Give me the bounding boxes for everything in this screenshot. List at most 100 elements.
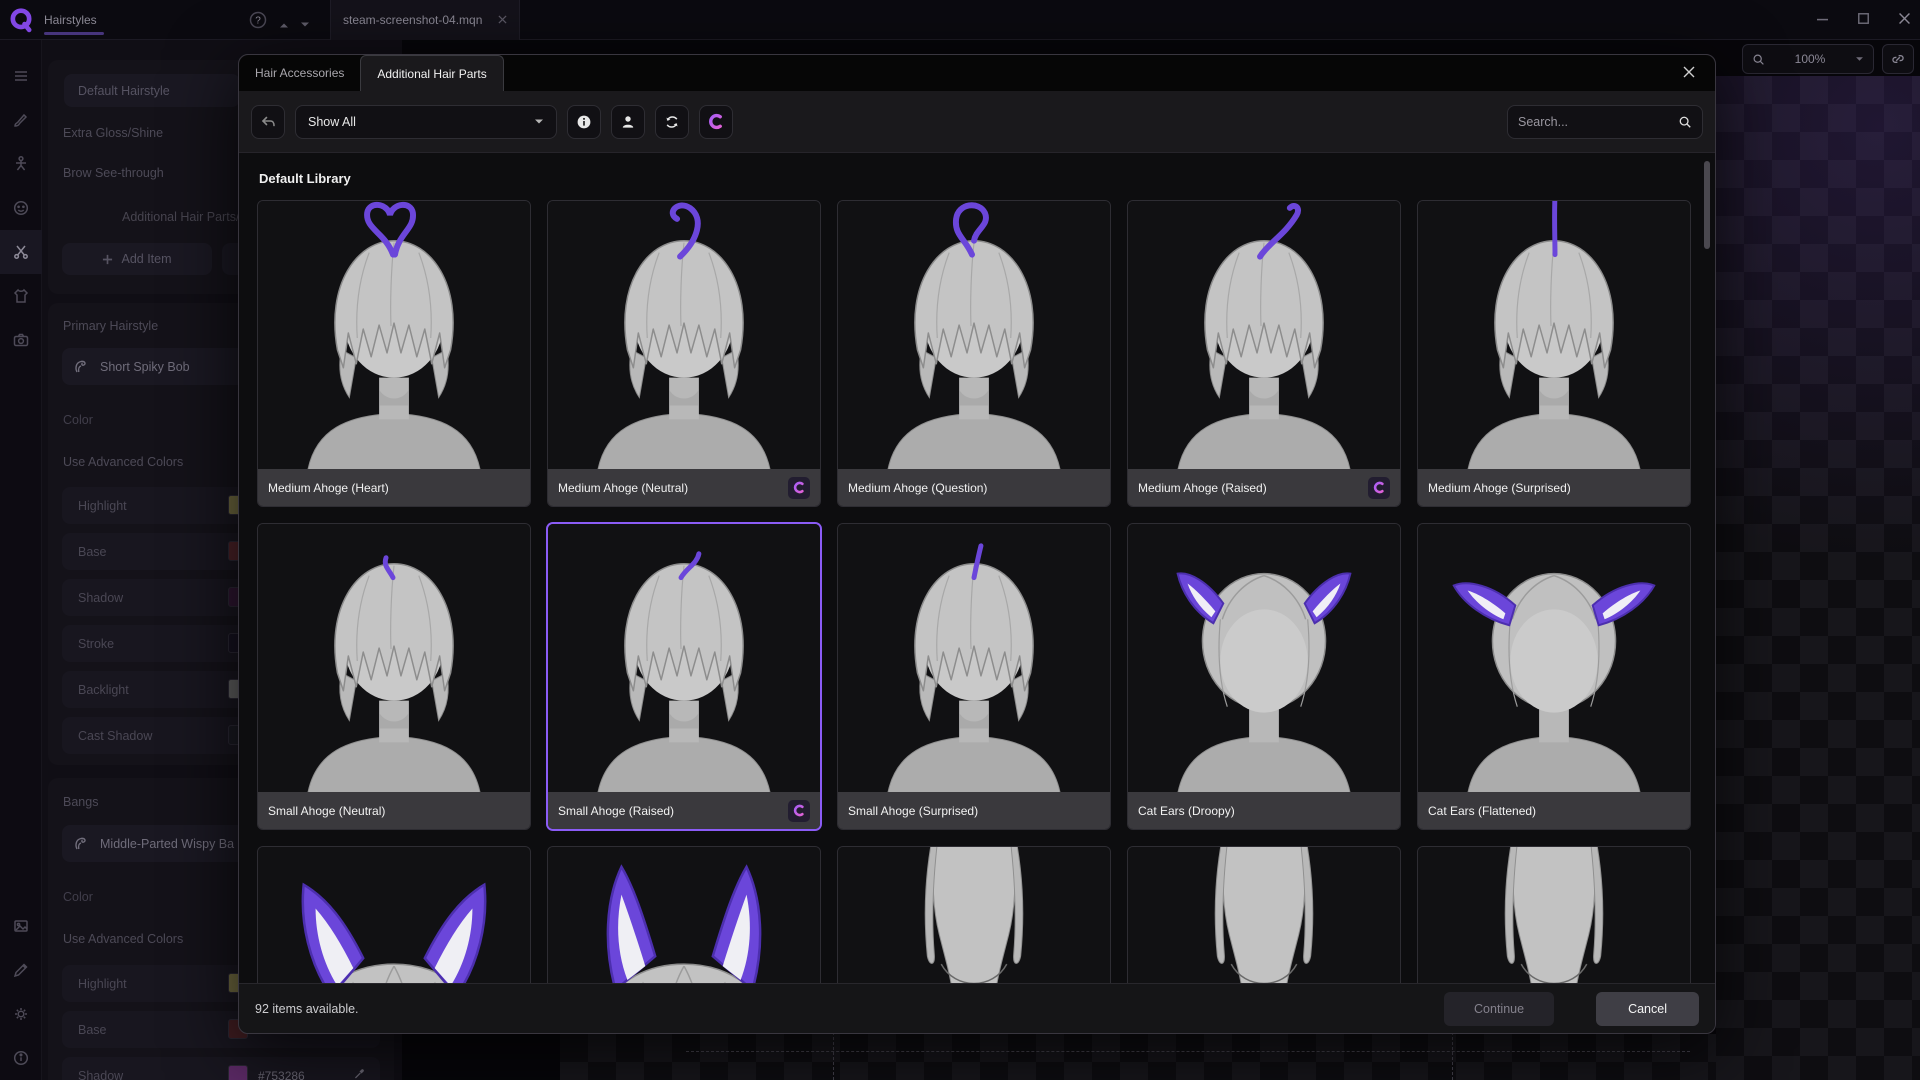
- item-thumbnail: [1128, 201, 1400, 469]
- item-label-bar: Medium Ahoge (Neutral): [548, 469, 820, 506]
- zoom-control[interactable]: 100%: [1742, 44, 1874, 74]
- item-label: Medium Ahoge (Heart): [268, 480, 389, 495]
- color-swatch[interactable]: [228, 1065, 248, 1080]
- plus-icon: [103, 254, 113, 264]
- tab-additional-hair-parts[interactable]: Additional Hair Parts: [360, 55, 504, 91]
- library-item-card[interactable]: [257, 846, 531, 985]
- color-label: Color: [63, 890, 93, 904]
- advanced-colors-label: Use Advanced Colors: [63, 455, 184, 469]
- library-item-card[interactable]: [1127, 846, 1401, 985]
- bangs-item-name: Middle-Parted Wispy Ba: [100, 836, 235, 851]
- library-item-card[interactable]: Medium Ahoge (Raised): [1127, 200, 1401, 507]
- color-row-label: Cast Shadow: [78, 728, 153, 743]
- outfit-icon[interactable]: [0, 274, 42, 318]
- cancel-button[interactable]: Cancel: [1596, 991, 1699, 1026]
- library-item-card[interactable]: Small Ahoge (Surprised): [837, 523, 1111, 830]
- info-button[interactable]: [567, 104, 601, 139]
- undo-button[interactable]: [251, 104, 285, 139]
- item-label-bar: Cat Ears (Droopy): [1128, 792, 1400, 829]
- link-zoom-button[interactable]: [1882, 44, 1914, 74]
- add-item-button[interactable]: Add Item: [62, 243, 212, 275]
- color-row[interactable]: Shadow #753286: [62, 1057, 380, 1080]
- library-item-card[interactable]: Medium Ahoge (Surprised): [1417, 200, 1691, 507]
- item-thumbnail: [838, 524, 1110, 792]
- eyedropper-icon[interactable]: [353, 1067, 366, 1080]
- face-expression-icon[interactable]: [0, 186, 42, 230]
- modal-close-icon[interactable]: [1681, 64, 1699, 82]
- color-row-label: Stroke: [78, 636, 115, 651]
- item-label-bar: Cat Ears (Flattened): [1418, 792, 1690, 829]
- body-pose-icon[interactable]: [0, 142, 42, 186]
- menu-icon[interactable]: [0, 54, 42, 98]
- filter-dropdown[interactable]: Show All: [295, 104, 557, 139]
- info-icon[interactable]: [0, 1036, 42, 1080]
- maximize-button[interactable]: [1858, 11, 1869, 29]
- library-item-card[interactable]: Cat Ears (Droopy): [1127, 523, 1401, 830]
- brow-seethrough-label: Brow See-through: [63, 166, 164, 180]
- library-item-card[interactable]: [1417, 846, 1691, 985]
- brand-badge-icon: [788, 476, 810, 499]
- status-text: 92 items available.: [255, 1001, 359, 1016]
- pen-icon[interactable]: [0, 948, 42, 992]
- item-thumbnail: [548, 201, 820, 469]
- camera-icon[interactable]: [0, 318, 42, 362]
- color-row-label: Backlight: [78, 682, 129, 697]
- transparency-checkerboard: [1716, 76, 1920, 1080]
- close-window-button[interactable]: [1899, 11, 1910, 29]
- brush-icon[interactable]: [0, 98, 42, 142]
- library-item-card[interactable]: Medium Ahoge (Question): [837, 200, 1111, 507]
- refresh-button[interactable]: [655, 104, 689, 139]
- item-label: Small Ahoge (Raised): [558, 803, 675, 818]
- panel-title: Hairstyles: [44, 13, 97, 27]
- brand-library-button[interactable]: [699, 104, 733, 139]
- item-thumbnail: [1128, 524, 1400, 792]
- window-controls: [1817, 0, 1910, 40]
- chevron-down-icon[interactable]: [299, 16, 311, 27]
- item-thumbnail: [548, 524, 820, 792]
- user-items-button[interactable]: [611, 104, 645, 139]
- library-item-card[interactable]: Cat Ears (Flattened): [1417, 523, 1691, 830]
- filter-value: Show All: [308, 114, 356, 129]
- item-label-bar: Small Ahoge (Neutral): [258, 792, 530, 829]
- tab-close-icon[interactable]: [498, 11, 507, 29]
- scrollbar-thumb[interactable]: [1704, 161, 1710, 249]
- modal-tabs: Hair Accessories Additional Hair Parts: [239, 55, 1715, 91]
- advanced-colors-label: Use Advanced Colors: [63, 932, 184, 946]
- settings-gear-icon[interactable]: [0, 992, 42, 1036]
- color-row-label: Base: [78, 544, 107, 559]
- default-hairstyle-button[interactable]: Default Hairstyle: [64, 74, 240, 107]
- svg-text:?: ?: [255, 16, 261, 27]
- magnifier-icon: [1753, 54, 1764, 65]
- library-item-card[interactable]: [837, 846, 1111, 985]
- continue-button[interactable]: Continue: [1444, 991, 1555, 1026]
- person-icon: [622, 115, 634, 128]
- scrollbar[interactable]: [1704, 157, 1710, 981]
- library-item-card[interactable]: [547, 846, 821, 985]
- undo-icon: [261, 116, 275, 126]
- search-box: [1507, 104, 1703, 139]
- tab-hair-accessories[interactable]: Hair Accessories: [239, 55, 360, 91]
- items-grid: Medium Ahoge (Heart) Medium Ahoge (Neutr…: [257, 200, 1697, 985]
- zoom-level: 100%: [1794, 52, 1826, 66]
- chevron-up-icon[interactable]: [278, 16, 290, 28]
- panel-title-underline: [44, 32, 104, 35]
- item-thumbnail: [258, 201, 530, 469]
- library-item-card[interactable]: Medium Ahoge (Heart): [257, 200, 531, 507]
- minimize-button[interactable]: [1817, 11, 1828, 29]
- library-item-card[interactable]: Small Ahoge (Raised): [547, 523, 821, 830]
- image-icon[interactable]: [0, 904, 42, 948]
- item-thumbnail: [1128, 847, 1400, 985]
- color-row-label: Highlight: [78, 976, 127, 991]
- library-header: Default Library: [259, 171, 351, 186]
- item-label: Medium Ahoge (Raised): [1138, 480, 1267, 495]
- item-thumbnail: [1418, 524, 1690, 792]
- brand-badge-icon: [1368, 476, 1390, 499]
- library-item-card[interactable]: Small Ahoge (Neutral): [257, 523, 531, 830]
- help-icon[interactable]: ?: [249, 11, 267, 29]
- search-input[interactable]: [1518, 114, 1670, 129]
- camera-guide-line: [686, 1051, 1690, 1052]
- library-item-card[interactable]: Medium Ahoge (Neutral): [547, 200, 821, 507]
- document-tab[interactable]: steam-screenshot-04.mqn: [330, 0, 520, 40]
- hair-scissors-icon[interactable]: [0, 230, 42, 274]
- hair-tuft-icon: [75, 360, 86, 372]
